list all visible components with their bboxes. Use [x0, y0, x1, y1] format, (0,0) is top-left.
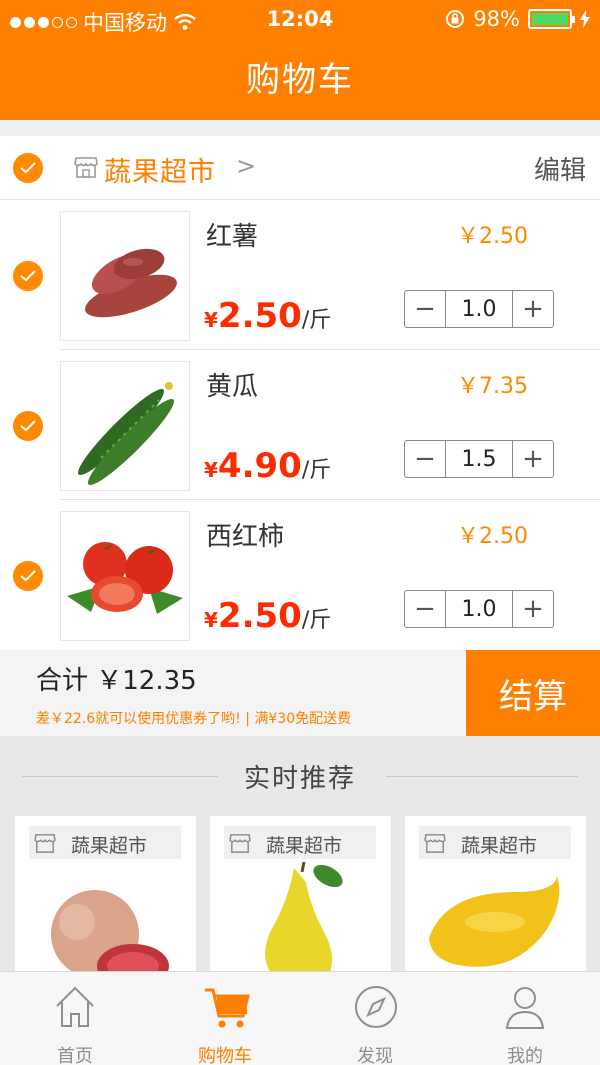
increase-quantity-button[interactable]: +: [513, 591, 553, 627]
increase-quantity-button[interactable]: +: [513, 441, 553, 477]
battery-icon: [528, 9, 575, 29]
decrease-quantity-button[interactable]: −: [405, 441, 445, 477]
tab-profile[interactable]: 我的: [450, 972, 600, 1065]
check-icon: [20, 162, 36, 174]
home-icon: [56, 986, 94, 1027]
status-bar: 中国移动 12:04 98%: [0, 0, 600, 40]
tab-label: 发现: [357, 1046, 393, 1065]
cart-summary-bar: 合计 ￥12.35 差￥22.6就可以使用优惠券了哟! | 满¥30免配送费 结…: [0, 650, 600, 736]
product-image-tomato[interactable]: [60, 511, 190, 641]
product-name: 黄瓜: [206, 372, 259, 402]
card-store-tag: 蔬果超市: [29, 826, 181, 859]
tab-label: 购物车: [198, 1046, 252, 1065]
product-image-pear: [265, 862, 343, 986]
item-select-checkbox[interactable]: [13, 561, 43, 591]
check-icon: [20, 570, 36, 582]
card-store-name: 蔬果超市: [71, 835, 148, 857]
rotation-lock-icon: [446, 10, 465, 28]
recommend-card[interactable]: 蔬果超市: [210, 816, 391, 986]
item-select-checkbox[interactable]: [13, 411, 43, 441]
recommend-card[interactable]: 蔬果超市: [15, 816, 196, 986]
cart-item: 西红柿 ￥2.50 ¥2.50/斤 − 1.0 +: [0, 500, 600, 650]
coupon-tip: 差￥22.6就可以使用优惠券了哟! | 满¥30免配送费: [36, 711, 352, 727]
quantity-input[interactable]: 1.0: [445, 291, 513, 327]
card-store-name: 蔬果超市: [266, 835, 343, 857]
product-image-mango: [429, 876, 560, 967]
store-icon: [74, 157, 98, 178]
recommend-card[interactable]: 蔬果超市: [405, 816, 586, 986]
profile-icon: [505, 987, 545, 1029]
item-select-checkbox[interactable]: [13, 261, 43, 291]
line-total: ￥2.50: [457, 524, 528, 549]
divider-line: [386, 776, 578, 777]
line-total: ￥7.35: [457, 374, 528, 399]
product-name: 红薯: [206, 222, 259, 252]
recommend-section: 实时推荐 蔬果超市 蔬果超市 蔬果超市: [0, 736, 600, 986]
compass-icon: [355, 986, 397, 1028]
store-icon: [34, 834, 56, 853]
cart-item: 黄瓜 ￥7.35 ¥4.90/斤 − 1.5 +: [0, 350, 600, 500]
chevron-right-icon[interactable]: >: [236, 152, 256, 180]
quantity-stepper: − 1.0 +: [404, 290, 554, 328]
app-header: 中国移动 12:04 98% 购物车: [0, 0, 600, 120]
product-image-pomegranate: [51, 890, 169, 986]
cart-icon: [205, 988, 250, 1028]
quantity-input[interactable]: 1.0: [445, 591, 513, 627]
card-store-tag: 蔬果超市: [419, 826, 571, 859]
tab-home[interactable]: 首页: [0, 972, 150, 1065]
cart-total: 合计 ￥12.35: [36, 666, 197, 696]
quantity-stepper: − 1.5 +: [404, 440, 554, 478]
tab-bar: 首页 购物车 发现 我的: [0, 971, 600, 1065]
decrease-quantity-button[interactable]: −: [405, 591, 445, 627]
check-icon: [20, 270, 36, 282]
tab-label: 首页: [57, 1046, 93, 1065]
card-store-name: 蔬果超市: [461, 835, 538, 857]
status-right: 98%: [445, 7, 590, 31]
checkout-button[interactable]: 结算: [466, 650, 600, 736]
cart-item-list: 红薯 ￥2.50 ¥2.50/斤 − 1.0 + 黄瓜 ￥7.35 ¥4.90/…: [0, 200, 600, 650]
page-title: 购物车: [246, 60, 354, 100]
increase-quantity-button[interactable]: +: [513, 291, 553, 327]
store-icon: [229, 834, 251, 853]
check-icon: [20, 420, 36, 432]
edit-button[interactable]: 编辑: [534, 150, 586, 187]
tab-cart[interactable]: 购物车: [150, 972, 300, 1065]
store-name-link[interactable]: 蔬果超市: [104, 150, 216, 189]
product-image-sweet-potato[interactable]: [60, 211, 190, 341]
store-row: 蔬果超市 > 编辑: [0, 136, 600, 200]
store-icon: [424, 834, 446, 853]
battery-percent: 98%: [473, 7, 520, 31]
product-name: 西红柿: [206, 522, 285, 552]
product-image-cucumber[interactable]: [60, 361, 190, 491]
charging-icon: [580, 10, 590, 28]
tab-label: 我的: [507, 1046, 543, 1065]
quantity-input[interactable]: 1.5: [445, 441, 513, 477]
unit-price: ¥2.50/斤: [204, 296, 332, 336]
cart-item: 红薯 ￥2.50 ¥2.50/斤 − 1.0 +: [0, 200, 600, 350]
unit-price: ¥2.50/斤: [204, 596, 332, 636]
store-select-checkbox[interactable]: [13, 153, 43, 183]
card-store-tag: 蔬果超市: [224, 826, 376, 859]
decrease-quantity-button[interactable]: −: [405, 291, 445, 327]
quantity-stepper: − 1.0 +: [404, 590, 554, 628]
tab-discover[interactable]: 发现: [300, 972, 450, 1065]
unit-price: ¥4.90/斤: [204, 446, 332, 486]
line-total: ￥2.50: [457, 224, 528, 249]
